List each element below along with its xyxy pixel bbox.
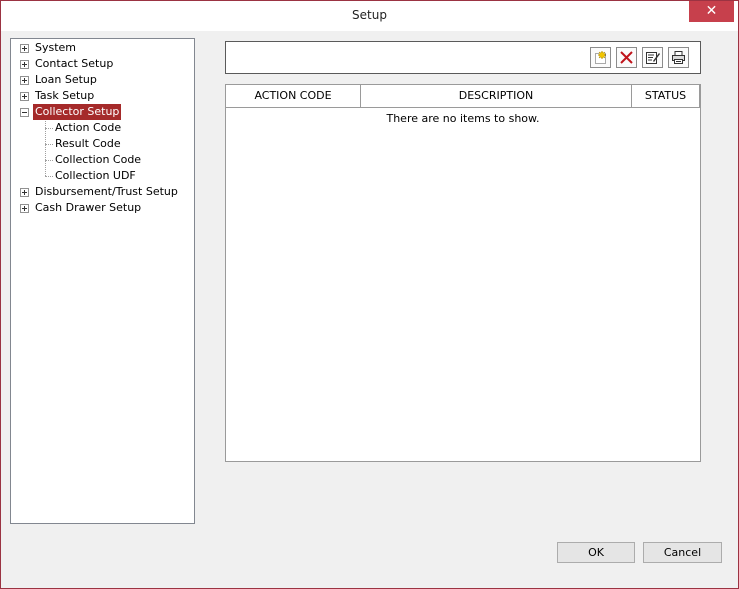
close-button[interactable]: ✕ — [689, 1, 734, 22]
tree-item-cash-drawer-setup[interactable]: Cash Drawer Setup — [11, 200, 191, 216]
tree-item-label[interactable]: Contact Setup — [33, 56, 115, 72]
column-header-status[interactable]: STATUS — [632, 85, 700, 107]
expand-icon[interactable] — [20, 60, 29, 69]
print-button[interactable] — [668, 47, 689, 68]
tree-item-label[interactable]: Loan Setup — [33, 72, 99, 88]
delete-icon — [620, 51, 633, 64]
tree-item-collection-udf[interactable]: Collection UDF — [11, 168, 191, 184]
expand-icon[interactable] — [20, 204, 29, 213]
grid-header: ACTION CODE DESCRIPTION STATUS — [226, 85, 700, 108]
column-header-action-code[interactable]: ACTION CODE — [226, 85, 361, 107]
setup-window: Setup ✕ System Contact Setup Loan Setup … — [0, 0, 739, 589]
tree-item-task-setup[interactable]: Task Setup — [11, 88, 191, 104]
tree-item-label[interactable]: Collection UDF — [53, 168, 138, 184]
new-button[interactable] — [590, 47, 611, 68]
items-grid[interactable]: ACTION CODE DESCRIPTION STATUS There are… — [225, 84, 701, 462]
tree-item-contact-setup[interactable]: Contact Setup — [11, 56, 191, 72]
collapse-icon[interactable] — [20, 108, 29, 117]
close-icon: ✕ — [705, 3, 718, 19]
tree-item-label[interactable]: Cash Drawer Setup — [33, 200, 143, 216]
new-icon — [595, 50, 607, 64]
empty-message: There are no items to show. — [386, 112, 540, 125]
tree-item-action-code[interactable]: Action Code — [11, 120, 191, 136]
print-icon — [672, 51, 685, 64]
tree-item-loan-setup[interactable]: Loan Setup — [11, 72, 191, 88]
setup-tree[interactable]: System Contact Setup Loan Setup Task Set… — [10, 38, 195, 524]
tree-item-label[interactable]: System — [33, 40, 78, 56]
expand-icon[interactable] — [20, 76, 29, 85]
tree-item-system[interactable]: System — [11, 40, 191, 56]
expand-icon[interactable] — [20, 188, 29, 197]
edit-button[interactable] — [642, 47, 663, 68]
cancel-button[interactable]: Cancel — [643, 542, 722, 563]
tree-item-collector-setup[interactable]: Collector Setup — [11, 104, 191, 120]
tree-item-label[interactable]: Disbursement/Trust Setup — [33, 184, 180, 200]
tree-item-collection-code[interactable]: Collection Code — [11, 152, 191, 168]
expand-icon[interactable] — [20, 92, 29, 101]
column-header-description[interactable]: DESCRIPTION — [361, 85, 632, 107]
tree-item-label[interactable]: Collector Setup — [33, 104, 122, 120]
tree-item-label[interactable]: Collection Code — [53, 152, 143, 168]
tree-item-label[interactable]: Task Setup — [33, 88, 96, 104]
delete-button[interactable] — [616, 47, 637, 68]
tree-item-result-code[interactable]: Result Code — [11, 136, 191, 152]
tree-item-disbursement-trust-setup[interactable]: Disbursement/Trust Setup — [11, 184, 191, 200]
edit-icon — [646, 52, 660, 64]
window-title: Setup — [352, 8, 387, 22]
title-bar: Setup ✕ — [1, 1, 738, 31]
expand-icon[interactable] — [20, 44, 29, 53]
grid-toolbar — [225, 41, 701, 74]
tree-item-label[interactable]: Action Code — [53, 120, 123, 136]
ok-button[interactable]: OK — [557, 542, 635, 563]
tree-item-label[interactable]: Result Code — [53, 136, 123, 152]
